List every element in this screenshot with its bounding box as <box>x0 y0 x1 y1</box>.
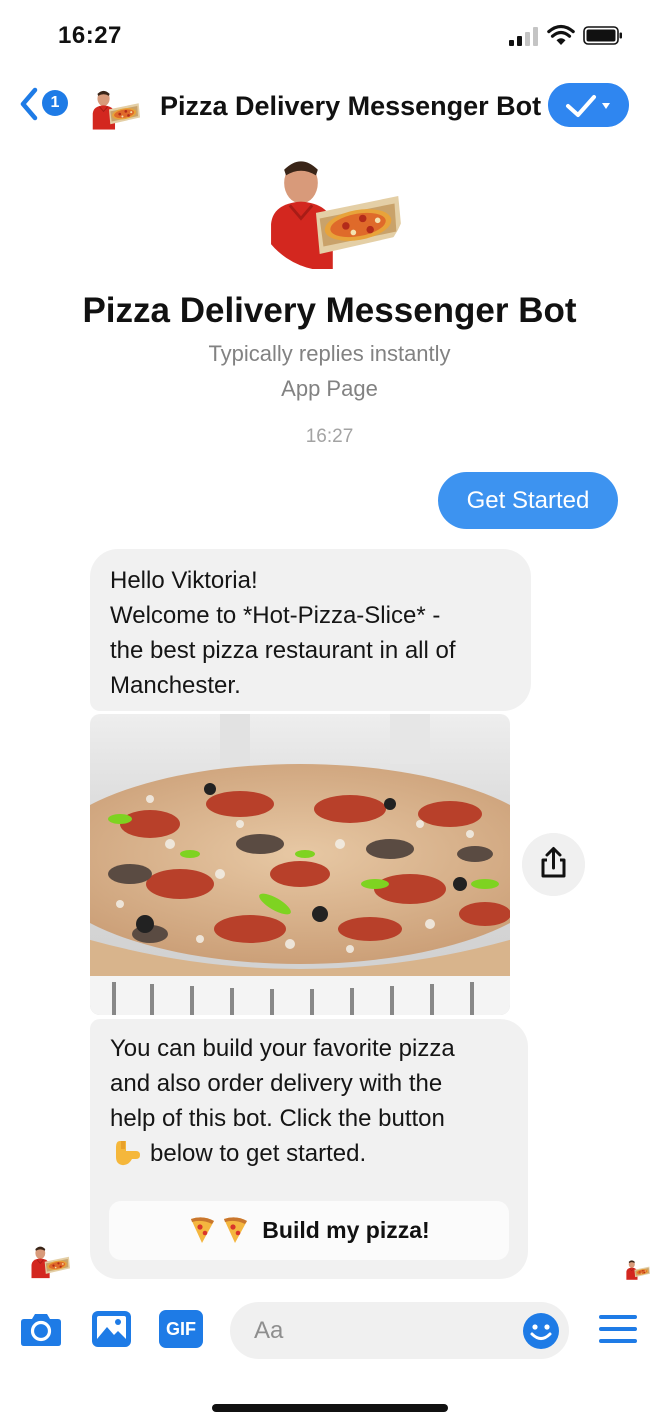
status-time: 16:27 <box>58 22 122 49</box>
profile-photo <box>252 136 407 271</box>
unread-badge[interactable]: 1 <box>42 90 68 116</box>
battery-icon <box>583 26 622 45</box>
bot-avatar-icon[interactable] <box>26 1236 70 1282</box>
message-line: and also order delivery with the <box>110 1070 443 1097</box>
incoming-message-bubble[interactable]: You can build your favorite pizza and al… <box>90 1019 528 1279</box>
camera-icon[interactable] <box>20 1310 62 1348</box>
message-composer: GIF Aa <box>0 1296 659 1372</box>
conversation-timestamp: 16:27 <box>305 426 354 447</box>
profile-name: Pizza Delivery Messenger Bot <box>82 291 577 330</box>
outgoing-message-bubble[interactable]: Get Started <box>438 472 618 529</box>
smiley-icon[interactable] <box>522 1312 560 1350</box>
pointing-down-emoji-icon <box>116 1141 140 1166</box>
message-line: Hello Viktoria! <box>110 567 258 594</box>
message-input[interactable]: Aa <box>230 1302 569 1359</box>
read-receipt-avatar-icon <box>623 1254 650 1282</box>
bot-avatar-icon[interactable] <box>86 78 140 134</box>
message-line: below to get started. <box>150 1140 367 1167</box>
conversation-header: 1 Pizza Delivery Messenger Bot <box>0 74 659 138</box>
cellular-signal-icon <box>509 26 539 46</box>
photo-icon[interactable] <box>91 1310 132 1348</box>
response-time-text: Typically replies instantly <box>208 341 451 366</box>
message-text: You can build your favorite pizza and al… <box>110 1031 520 1171</box>
pizza-photo-attachment[interactable] <box>90 714 510 1015</box>
header-title[interactable]: Pizza Delivery Messenger Bot <box>160 91 541 122</box>
message-line: Manchester. <box>110 672 241 699</box>
message-line: Welcome to *Hot-Pizza-Slice* - <box>110 602 441 629</box>
back-chevron-icon[interactable] <box>18 86 40 122</box>
pizza-slice-icon <box>191 1217 248 1243</box>
gif-icon[interactable]: GIF <box>159 1310 203 1348</box>
status-bar: 16:27 <box>0 0 659 70</box>
message-line: You can build your favorite pizza <box>110 1035 455 1062</box>
menu-icon[interactable] <box>598 1310 638 1348</box>
share-icon[interactable] <box>522 833 585 896</box>
message-line: the best pizza restaurant in all of <box>110 637 456 664</box>
page-type-text: App Page <box>281 376 378 401</box>
checkmark-icon[interactable] <box>548 83 629 127</box>
build-button-label: Build my pizza! <box>262 1217 430 1243</box>
message-line: help of this bot. Click the button <box>110 1105 445 1132</box>
incoming-message-bubble[interactable]: Hello Viktoria! Welcome to *Hot-Pizza-Sl… <box>90 549 531 711</box>
home-indicator[interactable] <box>212 1404 448 1412</box>
build-my-pizza-button[interactable]: Build my pizza! <box>109 1201 509 1260</box>
message-input-placeholder: Aa <box>254 1317 284 1344</box>
wifi-icon <box>547 24 575 45</box>
